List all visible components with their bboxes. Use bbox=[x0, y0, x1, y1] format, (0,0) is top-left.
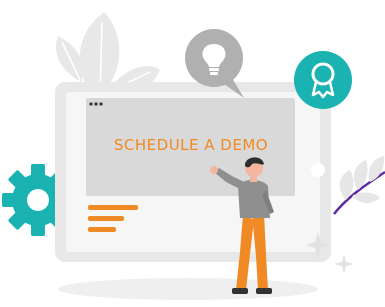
schedule-demo-title[interactable]: SCHEDULE A DEMO bbox=[88, 136, 294, 154]
monitor-button bbox=[311, 163, 325, 177]
award-badge-icon bbox=[294, 51, 352, 109]
person-hand bbox=[210, 166, 218, 174]
person-shoe-right bbox=[256, 288, 272, 294]
ground-shadow bbox=[58, 278, 318, 300]
monitor bbox=[55, 82, 331, 262]
person-shoe-left bbox=[232, 288, 248, 294]
leaf-right-icon bbox=[333, 156, 385, 215]
illustration: SCHEDULE A DEMO bbox=[0, 0, 385, 302]
three-dots-icon bbox=[89, 102, 103, 106]
